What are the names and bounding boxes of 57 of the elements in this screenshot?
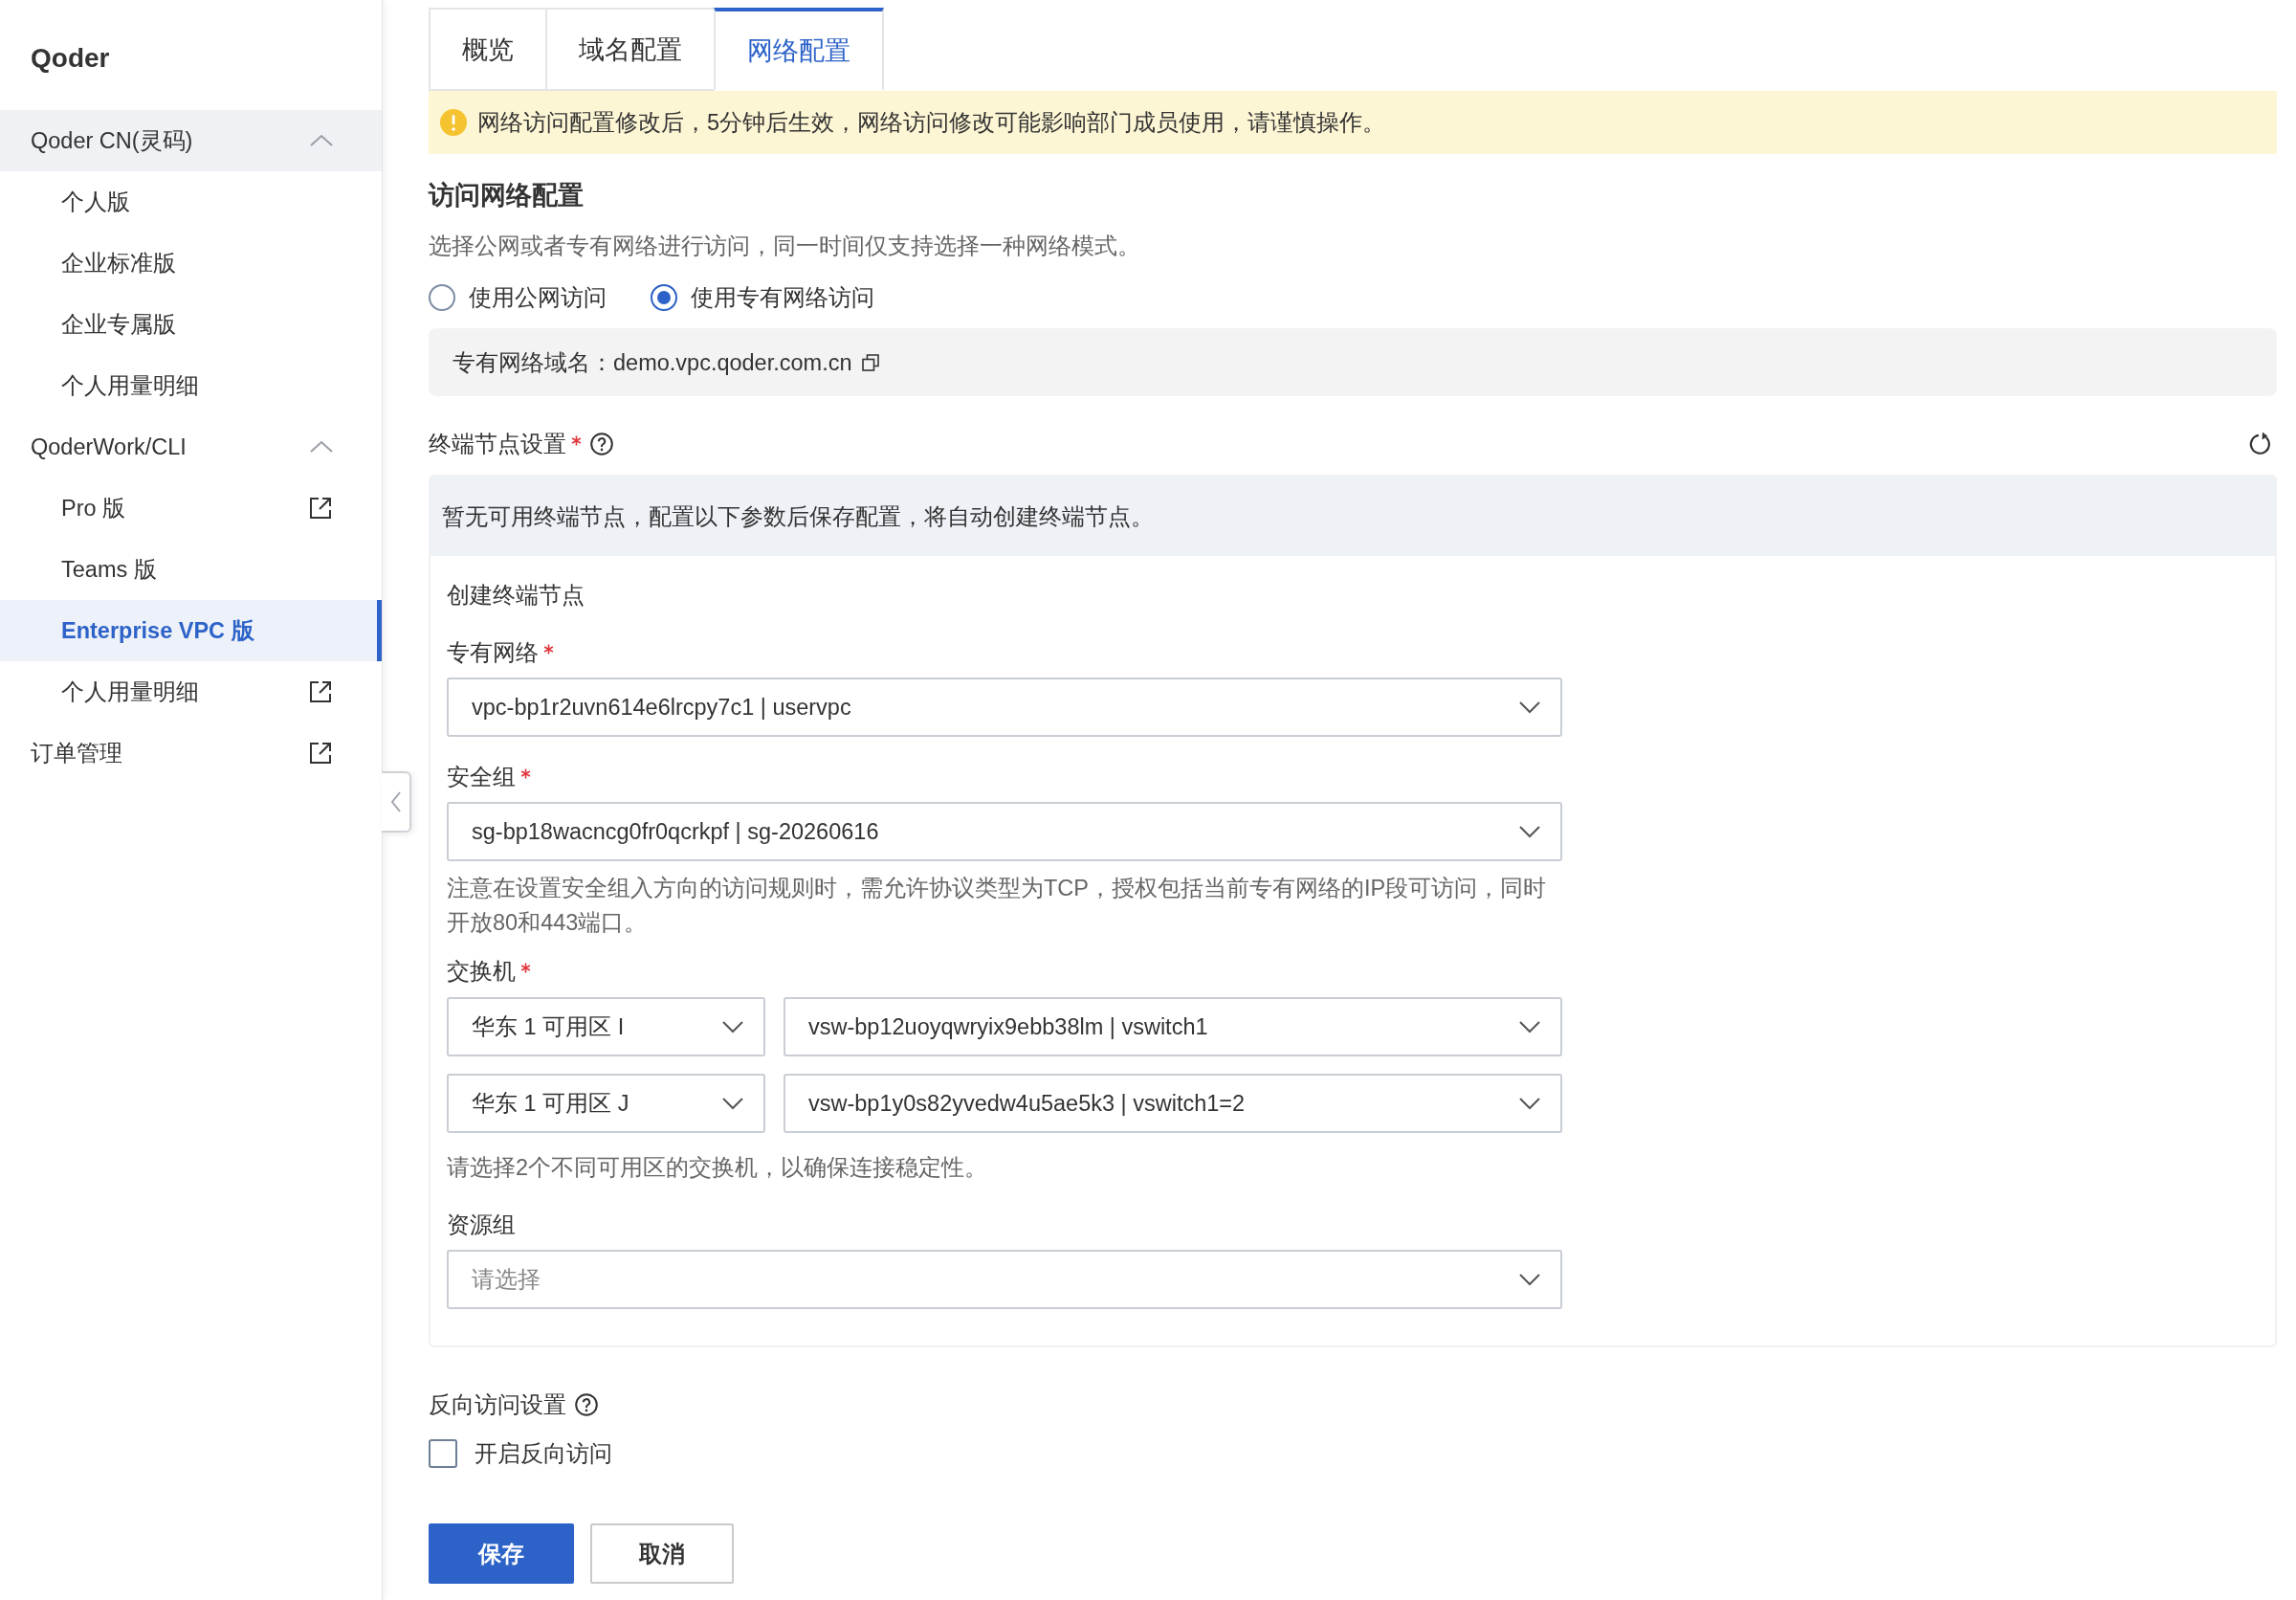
chevron-down-icon: [1518, 825, 1541, 838]
secondary-button[interactable]: 取消: [590, 1523, 734, 1584]
radio-button[interactable]: [651, 284, 677, 311]
menu-item[interactable]: Enterprise VPC 版: [0, 600, 382, 661]
domain-text: 专有网络域名：demo.vpc.qoder.com.cn: [453, 348, 852, 377]
help-text: 请选择2个不同可用区的交换机，以确保连接稳定性。: [447, 1154, 989, 1182]
zone-select-field[interactable]: 华东 1 可用区 I: [447, 997, 765, 1056]
primary-button[interactable]: 保存: [429, 1523, 574, 1584]
tab[interactable]: 域名配置: [545, 8, 714, 91]
chevron-down-icon: [721, 1020, 744, 1033]
tab[interactable]: 网络配置: [714, 8, 884, 91]
switch-select-field[interactable]: vsw-bp1y0s82yvedw4u5ae5k3 | vswitch1=2: [784, 1074, 1562, 1133]
checkbox-label[interactable]: 开启反向访问: [475, 1438, 612, 1469]
warning-icon: [440, 109, 467, 136]
field-label: 专有网络: [447, 639, 539, 667]
menu-item[interactable]: Pro 版: [0, 478, 382, 539]
select-field[interactable]: 请选择: [447, 1250, 1562, 1309]
checkbox[interactable]: [429, 1439, 457, 1468]
select-field[interactable]: vpc-bp1r2uvn614e6lrcpy7c1 | uservpc: [447, 678, 1562, 737]
tab[interactable]: 概览: [429, 8, 545, 91]
empty-notice: 暂无可用终端节点，配置以下参数后保存配置，将自动创建终端节点。: [430, 477, 2275, 556]
chevron-left-icon: [389, 791, 402, 812]
copy-icon[interactable]: [861, 353, 879, 371]
help-icon[interactable]: [575, 1393, 598, 1416]
menu-item[interactable]: 企业标准版: [0, 233, 382, 294]
sidebar-title: Qoder: [30, 42, 111, 75]
menu-item[interactable]: 企业专属版: [0, 294, 382, 355]
section-label: 反向访问设置: [429, 1391, 566, 1419]
radio-label[interactable]: 使用公网访问: [469, 282, 607, 313]
menu-group[interactable]: Qoder CN(灵码): [0, 110, 382, 171]
select-field[interactable]: sg-bp18wacncg0fr0qcrkpf | sg-20260616: [447, 802, 1562, 861]
field-label: 资源组: [447, 1211, 516, 1239]
warning-text: 网络访问配置修改后，5分钟后生效，网络访问修改可能影响部门成员使用，请谨慎操作。: [477, 109, 1386, 137]
menu-item[interactable]: 订单管理: [0, 722, 382, 784]
subsection-title: 创建终端节点: [447, 582, 585, 610]
chevron-down-icon: [721, 1097, 744, 1110]
switch-select-field[interactable]: vsw-bp12uoyqwryix9ebb38lm | vswitch1: [784, 997, 1562, 1056]
chevron-down-icon: [1518, 1273, 1541, 1286]
help-text: 注意在设置安全组入方向的访问规则时，需允许协议类型为TCP，授权包括当前专有网络的IP段可访问，同时开放80和443端口。: [447, 875, 1547, 937]
chevron-down-icon: [1518, 1097, 1541, 1110]
refresh-icon[interactable]: [2248, 432, 2273, 456]
field-label: 安全组: [447, 764, 516, 791]
section-label: 终端节点设置: [429, 431, 566, 458]
chevron-down-icon: [1518, 700, 1541, 714]
section-description: 选择公网或者专有网络进行访问，同一时间仅支持选择一种网络模式。: [429, 233, 1141, 260]
menu-group[interactable]: QoderWork/CLI: [0, 416, 382, 478]
help-icon[interactable]: [590, 433, 613, 456]
zone-select-field[interactable]: 华东 1 可用区 J: [447, 1074, 765, 1133]
field-label: 交换机: [447, 958, 516, 986]
radio-label[interactable]: 使用专有网络访问: [691, 282, 874, 313]
radio-button[interactable]: [429, 284, 455, 311]
menu-item[interactable]: 个人用量明细: [0, 661, 382, 722]
menu-item[interactable]: 个人用量明细: [0, 355, 382, 416]
chevron-down-icon: [1518, 1020, 1541, 1033]
section-title: 访问网络配置: [429, 180, 585, 211]
menu-item[interactable]: 个人版: [0, 171, 382, 233]
menu-item[interactable]: Teams 版: [0, 539, 382, 600]
